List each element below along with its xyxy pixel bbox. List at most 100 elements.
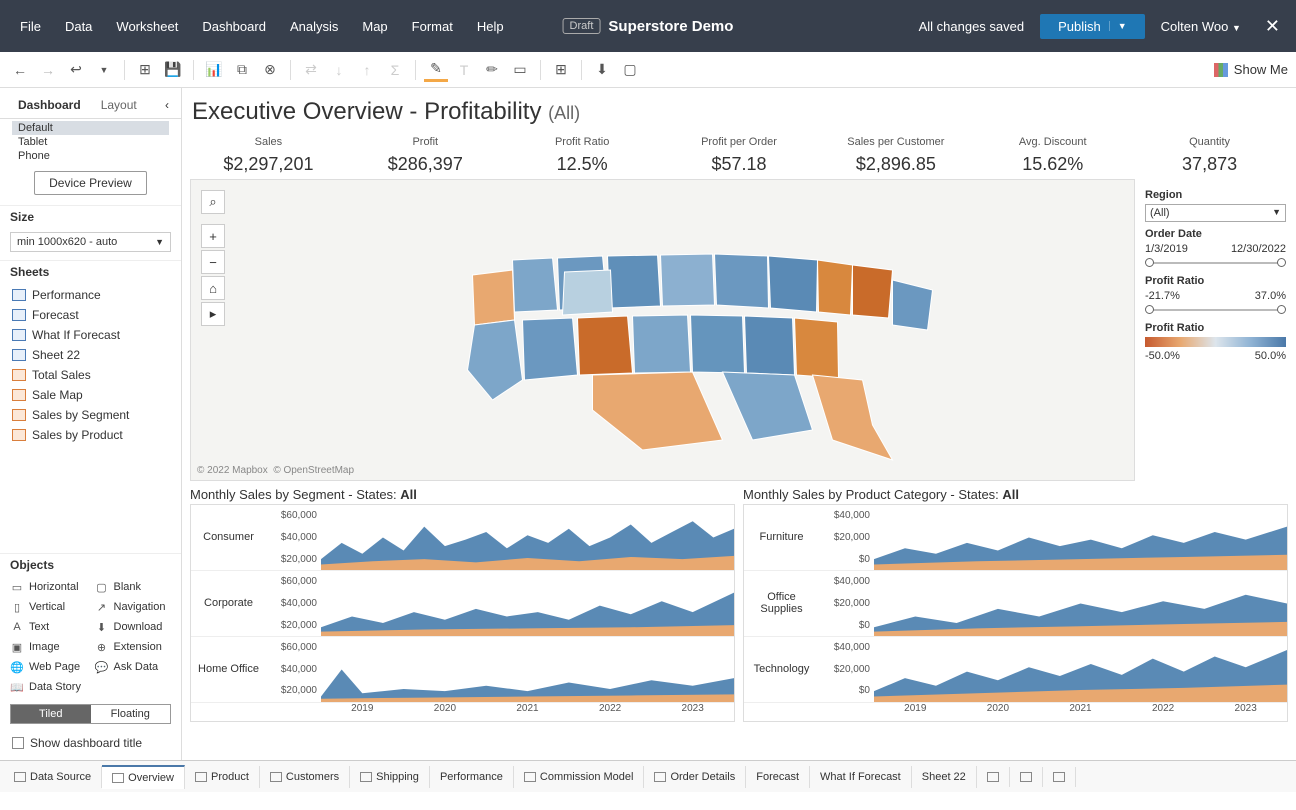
publish-button[interactable]: Publish▼ bbox=[1040, 14, 1145, 39]
new-sheet-icon bbox=[987, 772, 999, 782]
map-pan-icon[interactable]: ▸ bbox=[201, 302, 225, 326]
menu-dashboard[interactable]: Dashboard bbox=[190, 13, 278, 40]
labels-icon[interactable]: T bbox=[452, 58, 476, 82]
sheet-icon bbox=[12, 349, 26, 361]
obj-webpage[interactable]: 🌐Web Page bbox=[8, 658, 89, 676]
obj-vertical[interactable]: ▯Vertical bbox=[8, 598, 89, 616]
format-icon[interactable]: ✏ bbox=[480, 58, 504, 82]
undo-icon[interactable]: ← bbox=[8, 58, 32, 82]
show-me-button[interactable]: Show Me bbox=[1214, 62, 1288, 77]
objects-grid: ▭Horizontal ▢Blank ▯Vertical ↗Navigation… bbox=[0, 576, 181, 698]
map-zoom-in-icon[interactable]: + bbox=[201, 224, 225, 248]
clear-icon[interactable]: ⊗ bbox=[258, 58, 282, 82]
totals-icon[interactable]: Σ bbox=[383, 58, 407, 82]
obj-image[interactable]: ▣Image bbox=[8, 638, 89, 656]
tab-customers[interactable]: Customers bbox=[260, 766, 350, 788]
new-sheet-icon[interactable]: 📊 bbox=[202, 58, 226, 82]
menu-map[interactable]: Map bbox=[350, 13, 399, 40]
obj-askdata[interactable]: 💬Ask Data bbox=[93, 658, 174, 676]
bottom-tabs: Data Source Overview Product Customers S… bbox=[0, 760, 1296, 792]
sheet-forecast[interactable]: Forecast bbox=[8, 305, 173, 325]
revert-icon[interactable]: ↩ bbox=[64, 58, 88, 82]
sort-desc-icon[interactable]: ↑ bbox=[355, 58, 379, 82]
tab-data-source[interactable]: Data Source bbox=[4, 766, 102, 788]
download-icon[interactable]: ⬇ bbox=[590, 58, 614, 82]
obj-navigation[interactable]: ↗Navigation bbox=[93, 598, 174, 616]
filter-date-slider[interactable] bbox=[1145, 257, 1286, 269]
menu-help[interactable]: Help bbox=[465, 13, 516, 40]
choropleth-map bbox=[191, 180, 1134, 480]
tiled-button[interactable]: Tiled bbox=[11, 705, 91, 723]
dropdown-icon[interactable]: ▼ bbox=[92, 58, 116, 82]
device-tablet[interactable]: Tablet bbox=[12, 135, 169, 149]
obj-text[interactable]: AText bbox=[8, 618, 89, 636]
tab-shipping[interactable]: Shipping bbox=[350, 766, 430, 788]
new-story-button[interactable] bbox=[1043, 767, 1076, 787]
tab-overview[interactable]: Overview bbox=[102, 765, 185, 789]
map-home-icon[interactable]: ⌂ bbox=[201, 276, 225, 300]
collapse-sidebar-icon[interactable]: ‹ bbox=[161, 94, 173, 116]
text-icon: A bbox=[10, 621, 24, 633]
save-status: All changes saved bbox=[919, 19, 1025, 34]
tab-whatif[interactable]: What If Forecast bbox=[810, 766, 912, 788]
menu-data[interactable]: Data bbox=[53, 13, 104, 40]
device-phone[interactable]: Phone bbox=[12, 149, 169, 163]
obj-datastory[interactable]: 📖Data Story bbox=[8, 678, 89, 696]
highlight-icon[interactable]: ✎ bbox=[424, 58, 448, 82]
fit-icon[interactable]: ▭ bbox=[508, 58, 532, 82]
device-preview-button[interactable]: Device Preview bbox=[34, 171, 147, 195]
menu-format[interactable]: Format bbox=[400, 13, 465, 40]
map-attribution: © 2022 Mapbox © OpenStreetMap bbox=[197, 465, 354, 476]
tab-layout[interactable]: Layout bbox=[91, 92, 147, 118]
map-zoom-out-icon[interactable]: − bbox=[201, 250, 225, 274]
close-icon[interactable]: ✕ bbox=[1257, 16, 1288, 37]
user-menu[interactable]: Colten Woo ▼ bbox=[1161, 19, 1241, 34]
tab-commission[interactable]: Commission Model bbox=[514, 766, 645, 788]
size-label: Size bbox=[0, 205, 181, 228]
filter-region-select[interactable]: (All)▼ bbox=[1145, 204, 1286, 222]
size-select[interactable]: min 1000x620 - auto▼ bbox=[10, 232, 171, 252]
obj-horizontal[interactable]: ▭Horizontal bbox=[8, 578, 89, 596]
menu-analysis[interactable]: Analysis bbox=[278, 13, 350, 40]
sheet-total-sales[interactable]: Total Sales bbox=[8, 365, 173, 385]
save-icon[interactable]: 💾 bbox=[161, 58, 185, 82]
sheet-sales-product[interactable]: Sales by Product bbox=[8, 425, 173, 445]
menu-file[interactable]: File bbox=[8, 13, 53, 40]
publish-dropdown-icon[interactable]: ▼ bbox=[1109, 21, 1127, 31]
sheet-sale-map[interactable]: Sale Map bbox=[8, 385, 173, 405]
swap-icon[interactable]: ⇄ bbox=[299, 58, 323, 82]
tab-performance[interactable]: Performance bbox=[430, 766, 514, 788]
sheet-whatif[interactable]: What If Forecast bbox=[8, 325, 173, 345]
show-me-icon[interactable]: ⊞ bbox=[549, 58, 573, 82]
map-viz[interactable]: ⌕ + − ⌂ ▸ © 2022 Mapbox © OpenStreetMap bbox=[190, 179, 1135, 481]
sheet-sales-segment[interactable]: Sales by Segment bbox=[8, 405, 173, 425]
floating-button[interactable]: Floating bbox=[91, 705, 171, 723]
duplicate-icon[interactable]: ⧉ bbox=[230, 58, 254, 82]
obj-extension[interactable]: ⊕Extension bbox=[93, 638, 174, 656]
tab-order-details[interactable]: Order Details bbox=[644, 766, 746, 788]
tab-forecast[interactable]: Forecast bbox=[746, 766, 810, 788]
filter-profit-slider[interactable] bbox=[1145, 304, 1286, 316]
presentation-icon[interactable]: ▢ bbox=[618, 58, 642, 82]
tab-product[interactable]: Product bbox=[185, 766, 260, 788]
navigation-icon: ↗ bbox=[95, 601, 109, 613]
device-default[interactable]: Default bbox=[12, 121, 169, 135]
askdata-icon: 💬 bbox=[95, 661, 109, 673]
map-search-icon[interactable]: ⌕ bbox=[201, 190, 225, 214]
new-data-icon[interactable]: ⊞ bbox=[133, 58, 157, 82]
menu-worksheet[interactable]: Worksheet bbox=[104, 13, 190, 40]
sort-asc-icon[interactable]: ↓ bbox=[327, 58, 351, 82]
tab-dashboard[interactable]: Dashboard bbox=[8, 92, 91, 118]
filter-profit-label: Profit Ratio bbox=[1145, 275, 1286, 287]
new-sheet-button[interactable] bbox=[977, 767, 1010, 787]
redo-icon[interactable]: → bbox=[36, 58, 60, 82]
row-consumer: Consumer bbox=[191, 505, 266, 570]
sheet-performance[interactable]: Performance bbox=[8, 285, 173, 305]
sheet-22[interactable]: Sheet 22 bbox=[8, 345, 173, 365]
tab-sheet22[interactable]: Sheet 22 bbox=[912, 766, 977, 788]
new-dashboard-button[interactable] bbox=[1010, 767, 1043, 787]
sheet-icon bbox=[12, 429, 26, 441]
show-title-checkbox[interactable]: Show dashboard title bbox=[0, 730, 181, 756]
obj-blank[interactable]: ▢Blank bbox=[93, 578, 174, 596]
obj-download[interactable]: ⬇Download bbox=[93, 618, 174, 636]
